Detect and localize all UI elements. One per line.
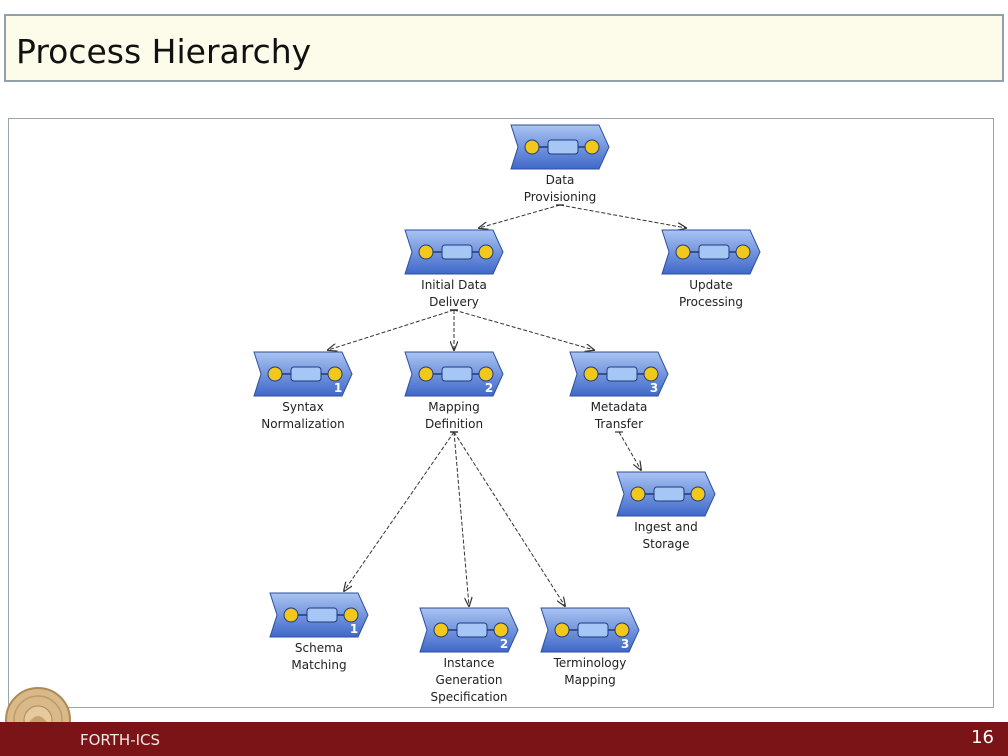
process-label-line: Definition <box>425 417 483 431</box>
end-event-icon <box>690 486 706 502</box>
start-event-icon <box>267 366 283 382</box>
process-node-schema-matching[interactable]: 1 Schema Matching <box>269 592 369 672</box>
process-number: 3 <box>621 637 629 651</box>
process-number: 1 <box>350 622 358 636</box>
process-label-line: Schema <box>295 641 343 655</box>
process-node-initial-data-delivery[interactable]: Initial Data Delivery <box>404 229 504 309</box>
start-event-icon <box>418 366 434 382</box>
end-event-icon <box>584 139 600 155</box>
task-icon <box>306 607 338 623</box>
start-event-icon <box>283 607 299 623</box>
page-number: 16 <box>971 727 994 748</box>
process-node-metadata-transfer[interactable]: 3Metadata Transfer <box>569 351 669 431</box>
process-label-line: Specification <box>430 690 507 704</box>
process-node-mapping-definition[interactable]: 2 Mapping Definition <box>404 351 504 431</box>
edge-data-provisioning-to-update-processing <box>559 204 686 228</box>
start-event-icon <box>675 244 691 260</box>
start-event-icon <box>583 366 599 382</box>
process-label-line: Ingest and <box>634 520 698 534</box>
end-event-icon <box>614 622 630 638</box>
process-label-line: Syntax <box>282 400 323 414</box>
process-label-line: Initial Data <box>421 278 487 292</box>
footer-bar: FORTH-ICS 16 <box>0 722 1008 756</box>
process-number: 1 <box>334 381 342 395</box>
process-node-instance-generation-specification[interactable]: 2 Instance Generation Specification <box>419 607 519 704</box>
end-event-icon <box>643 366 659 382</box>
process-label-line: Metadata <box>591 400 648 414</box>
start-event-icon <box>418 244 434 260</box>
process-label-line: Delivery <box>429 295 479 309</box>
start-event-icon <box>524 139 540 155</box>
title-box: Process Hierarchy <box>4 14 1004 82</box>
process-node-update-processing[interactable]: Update Processing <box>661 229 761 309</box>
end-event-icon <box>343 607 359 623</box>
edge-metadata-transfer-to-ingest-and-storage <box>618 431 641 470</box>
process-label-line: Terminology <box>553 656 627 670</box>
process-label-line: Provisioning <box>524 190 597 204</box>
diagram-canvas: Data Provisioning Initial Data Delivery Upda… <box>253 124 761 704</box>
end-event-icon <box>478 244 494 260</box>
process-node-ingest-and-storage[interactable]: Ingest and Storage <box>616 471 716 551</box>
process-label-line: Storage <box>643 537 690 551</box>
edge-initial-data-delivery-to-metadata-transfer <box>453 309 594 350</box>
edge-mapping-definition-to-instance-generation-specification <box>453 431 469 606</box>
end-event-icon <box>735 244 751 260</box>
process-label-line: Transfer <box>594 417 643 431</box>
process-label-line: Update <box>689 278 732 292</box>
edge-initial-data-delivery-to-syntax-normalization <box>328 309 455 350</box>
process-label-line: Matching <box>291 658 346 672</box>
task-icon <box>290 366 322 382</box>
slide-title: Process Hierarchy <box>16 32 312 71</box>
edge-mapping-definition-to-terminology-mapping <box>453 431 565 606</box>
process-node-data-provisioning[interactable]: Data Provisioning <box>510 124 610 204</box>
process-number: 2 <box>500 637 508 651</box>
nodes-layer: Data Provisioning Initial Data Delivery Upda… <box>253 124 761 704</box>
task-icon <box>441 244 473 260</box>
end-event-icon <box>478 366 494 382</box>
edge-data-provisioning-to-initial-data-delivery <box>479 204 561 228</box>
process-node-terminology-mapping[interactable]: 3 Terminology Mapping <box>540 607 640 687</box>
task-icon <box>606 366 638 382</box>
task-icon <box>547 139 579 155</box>
task-icon <box>653 486 685 502</box>
footer-organization: FORTH-ICS <box>80 731 161 749</box>
process-hierarchy-diagram: Data Provisioning Initial Data Delivery Upda… <box>8 118 994 708</box>
task-icon <box>441 366 473 382</box>
task-icon <box>456 622 488 638</box>
task-icon <box>698 244 730 260</box>
process-node-syntax-normalization[interactable]: 1 Syntax Normalization <box>253 351 353 431</box>
process-label-line: Mapping <box>564 673 616 687</box>
end-event-icon <box>493 622 509 638</box>
process-label-line: Processing <box>679 295 743 309</box>
start-event-icon <box>554 622 570 638</box>
process-number: 2 <box>485 381 493 395</box>
process-label-line: Instance <box>443 656 494 670</box>
start-event-icon <box>630 486 646 502</box>
edge-mapping-definition-to-schema-matching <box>344 431 455 591</box>
process-label-line: Data <box>546 173 575 187</box>
process-label-line: Mapping <box>428 400 480 414</box>
process-label-line: Generation <box>436 673 503 687</box>
start-event-icon <box>433 622 449 638</box>
process-label-line: Normalization <box>261 417 344 431</box>
task-icon <box>577 622 609 638</box>
end-event-icon <box>327 366 343 382</box>
process-number: 3 <box>650 381 658 395</box>
